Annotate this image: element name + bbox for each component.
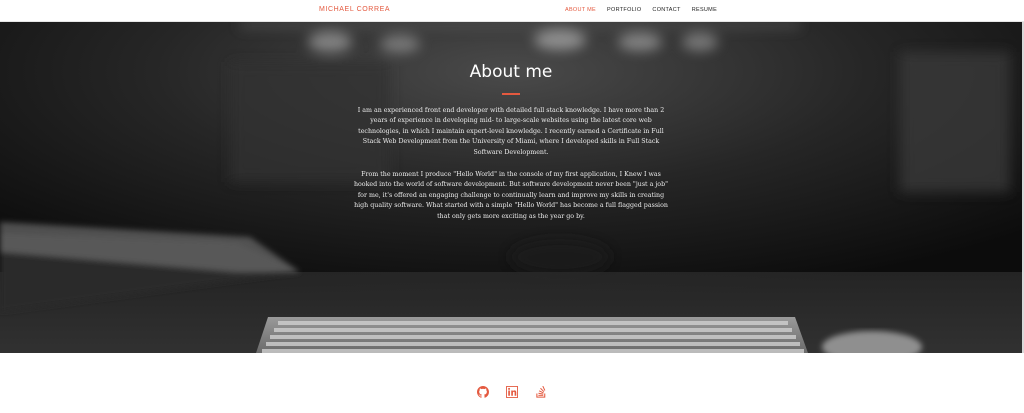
stackoverflow-icon bbox=[536, 386, 546, 398]
linkedin-link[interactable] bbox=[506, 386, 518, 398]
github-icon bbox=[477, 386, 489, 398]
about-title: About me bbox=[469, 62, 553, 82]
social-links bbox=[0, 386, 1024, 398]
about-paragraph: From the moment I produce "Hello World" … bbox=[353, 171, 669, 220]
nav-link-portfolio[interactable]: PORTFOLIO bbox=[607, 7, 641, 13]
linkedin-icon bbox=[506, 386, 518, 398]
brand-logo-link[interactable]: MICHAEL CORREA bbox=[319, 6, 390, 13]
navbar: MICHAEL CORREA ABOUT ME PORTFOLIO CONTAC… bbox=[0, 0, 1024, 22]
nav-link-contact[interactable]: CONTACT bbox=[652, 7, 680, 13]
about-hero-section: About me I am an experienced front end d… bbox=[0, 22, 1022, 353]
nav-link-about-me[interactable]: ABOUT ME bbox=[565, 7, 596, 13]
title-divider bbox=[502, 93, 520, 95]
github-link[interactable] bbox=[477, 386, 489, 398]
about-paragraph: I am an experienced front end developer … bbox=[357, 107, 665, 156]
stackoverflow-link[interactable] bbox=[535, 386, 547, 398]
about-content: About me I am an experienced front end d… bbox=[0, 22, 1022, 353]
nav-link-resume[interactable]: RESUME bbox=[692, 7, 717, 13]
nav-links: ABOUT ME PORTFOLIO CONTACT RESUME bbox=[565, 7, 728, 13]
